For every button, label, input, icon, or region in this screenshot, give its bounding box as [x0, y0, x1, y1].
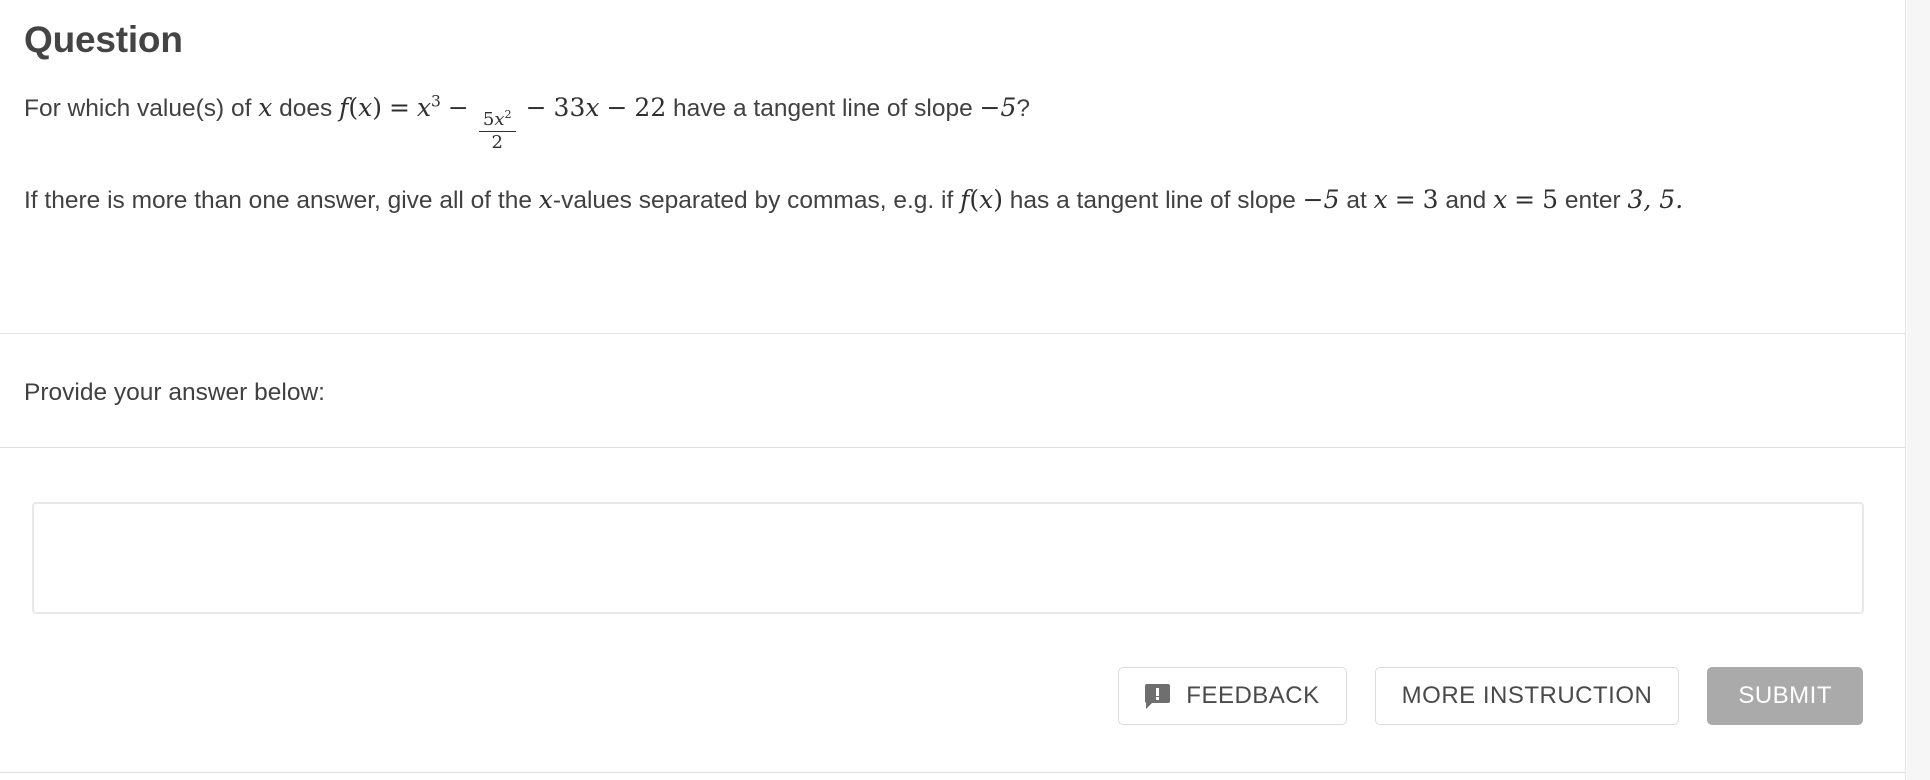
- question-statement-line1: For which value(s) of x does f(x) = x3−5x2…: [24, 63, 1876, 154]
- q1-equals: =: [388, 93, 410, 122]
- q2-eq2-value: 5: [1542, 184, 1559, 214]
- divider-below-answer-prompt: [0, 447, 1906, 448]
- q1-expression: f(x) = x3−5x2 2−33x −22: [339, 92, 667, 153]
- q1-suffix: have a tangent line of slope: [673, 95, 973, 122]
- content-pane: Question For which value(s) of x does f(…: [0, 0, 1906, 780]
- q2-slope-value: −5: [1302, 184, 1340, 214]
- q2-period: .: [1675, 184, 1684, 214]
- q2-f-name: f: [960, 184, 970, 214]
- q2-part4: at: [1346, 186, 1367, 214]
- more-instruction-button-label: MORE INSTRUCTION: [1401, 682, 1653, 709]
- question-page: Question For which value(s) of x does f(…: [0, 0, 1930, 780]
- q1-term1-exponent: 3: [431, 92, 441, 111]
- q2-part5: enter: [1564, 186, 1621, 214]
- q1-mid: does: [279, 95, 333, 122]
- q2-equation-2: x = 5: [1493, 185, 1558, 214]
- page-title: Question: [24, 19, 183, 60]
- divider-page-bottom: [0, 772, 1906, 773]
- q1-op3: −: [606, 93, 628, 122]
- question-block: Question For which value(s) of x does f(…: [0, 0, 1906, 217]
- q1-frac-coef: 5: [482, 109, 495, 131]
- q2-eq2-equals: =: [1514, 184, 1536, 214]
- q2-equation-1: x = 3: [1374, 185, 1439, 214]
- q1-fraction-denominator: 2: [478, 131, 516, 154]
- feedback-bubble-tail: [1146, 702, 1154, 709]
- action-button-group: FEEDBACK MORE INSTRUCTION SUBMIT: [1118, 667, 1863, 725]
- q2-f-arg: x: [979, 184, 994, 214]
- q2-paren-open: (: [969, 184, 980, 214]
- q1-fraction-numerator: 5x2: [479, 108, 516, 131]
- question-statement-line2: If there is more than one answer, give a…: [24, 154, 1876, 217]
- submit-button-label: SUBMIT: [1738, 682, 1832, 709]
- q2-eq1-equals: =: [1394, 184, 1416, 214]
- q1-prefix: For which value(s) of: [24, 95, 252, 122]
- feedback-exclamation-dot: [1156, 697, 1160, 700]
- q1-f-name: f: [339, 93, 349, 122]
- answer-prompt-label: Provide your answer below:: [24, 379, 325, 406]
- q1-frac-exponent: 2: [504, 108, 512, 122]
- q1-term3-var: x: [585, 93, 600, 122]
- q2-f-of-x: f(x): [960, 185, 1003, 214]
- q2-part2: -values separated by commas, e.g. if: [552, 186, 954, 214]
- q1-term3-coef: 33: [553, 93, 586, 122]
- q1-op1: −: [447, 93, 469, 122]
- feedback-button-label: FEEDBACK: [1186, 682, 1320, 709]
- answer-input[interactable]: [32, 502, 1864, 614]
- q1-paren-open: (: [348, 93, 359, 122]
- q1-op2: −: [525, 93, 547, 122]
- q2-part3: has a tangent line of slope: [1009, 186, 1296, 214]
- q1-frac-var: x: [494, 109, 505, 131]
- more-instruction-button[interactable]: MORE INSTRUCTION: [1374, 667, 1680, 725]
- q1-question-mark: ?: [1016, 95, 1031, 122]
- q2-variable-x: x: [538, 184, 553, 214]
- q2-eq2-var: x: [1493, 184, 1508, 214]
- feedback-bubble-icon: [1145, 684, 1171, 709]
- feedback-exclamation-stem: [1156, 688, 1160, 696]
- vertical-scrollbar-track[interactable]: [1907, 0, 1930, 780]
- q1-f-arg: x: [358, 93, 373, 122]
- q2-paren-close: ): [993, 184, 1003, 214]
- q1-variable-x: x: [258, 93, 273, 122]
- q2-eq1-var: x: [1373, 184, 1388, 214]
- q2-answer-example: 3, 5: [1627, 184, 1676, 214]
- q1-paren-close: ): [372, 93, 382, 122]
- feedback-button[interactable]: FEEDBACK: [1118, 667, 1347, 725]
- q2-conjunction: and: [1445, 186, 1487, 214]
- divider-above-answer-prompt: [0, 333, 1906, 334]
- q1-term1-base: x: [416, 93, 432, 122]
- q1-fraction: 5x2 2: [478, 108, 516, 154]
- q2-eq1-value: 3: [1422, 184, 1439, 214]
- submit-button[interactable]: SUBMIT: [1707, 667, 1863, 725]
- q1-slope-value: −5: [979, 93, 1017, 122]
- q2-part1: If there is more than one answer, give a…: [24, 186, 532, 214]
- q1-term4: 22: [634, 93, 667, 122]
